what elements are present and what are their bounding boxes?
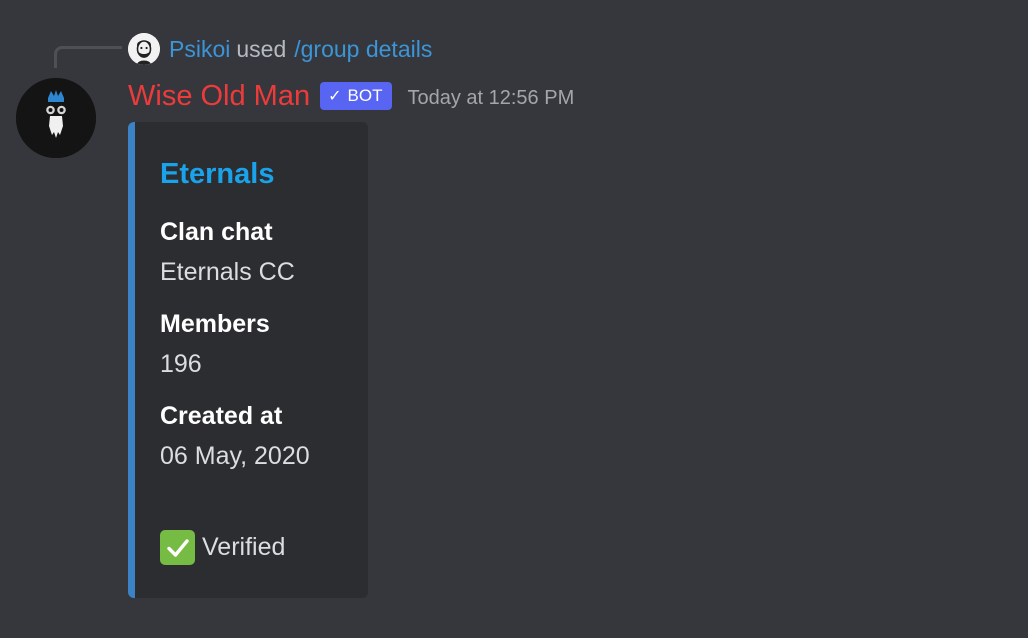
field-name-clan-chat: Clan chat	[160, 218, 273, 246]
verified-check-icon: ✓	[328, 88, 342, 105]
group-embed: Eternals Clan chat Eternals CC Members 1…	[128, 122, 368, 598]
verified-label: Verified	[202, 533, 286, 561]
author-name[interactable]: Wise Old Man	[128, 80, 310, 113]
field-name-created-at: Created at	[160, 402, 283, 430]
check-mark-button-icon	[160, 530, 195, 565]
reply-username[interactable]: Psikoi	[169, 36, 230, 63]
message-timestamp: Today at 12:56 PM	[407, 86, 575, 109]
field-name-members: Members	[160, 310, 270, 338]
field-value-members: 196	[160, 350, 202, 378]
user-avatar-icon[interactable]	[128, 33, 160, 65]
bot-avatar-icon[interactable]	[16, 78, 96, 158]
embed-title: Eternals	[160, 158, 275, 190]
message-header: Wise Old Man ✓ BOT Today at 12:56 PM	[128, 77, 574, 115]
chat-message: Psikoi used /group details Wise Old Man …	[0, 0, 1028, 638]
reply-connector-line	[54, 46, 122, 68]
field-value-created-at: 06 May, 2020	[160, 442, 310, 470]
bot-tag: ✓ BOT	[320, 82, 393, 110]
reply-used-text: used	[236, 35, 287, 62]
bot-tag-label: BOT	[347, 86, 383, 105]
field-value-clan-chat: Eternals CC	[160, 258, 295, 286]
slash-command-link[interactable]: /group details	[294, 36, 432, 63]
command-usage-line: Psikoi used /group details	[128, 31, 432, 67]
embed-footer: Verified	[160, 530, 285, 565]
